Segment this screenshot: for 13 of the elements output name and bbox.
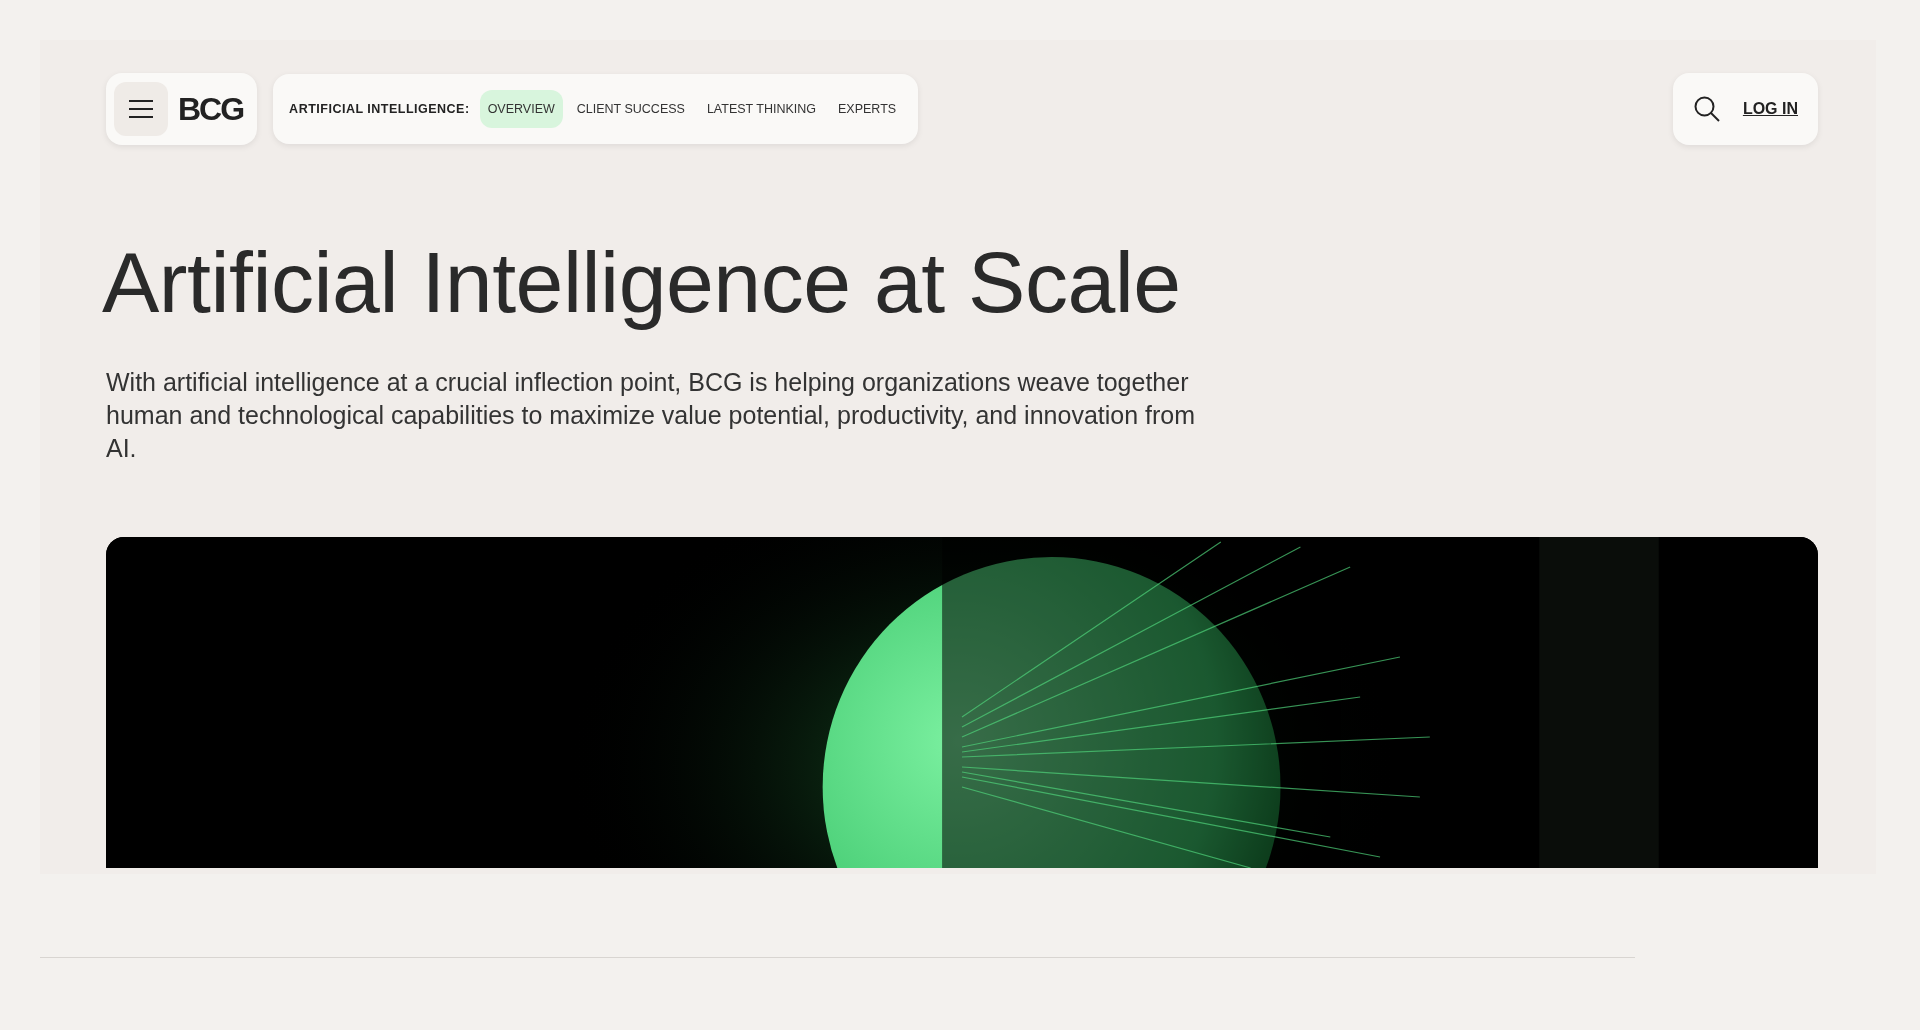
- nav-tab[interactable]: OVERVIEW: [479, 90, 563, 128]
- nav-tab[interactable]: LATEST THINKING: [698, 90, 824, 128]
- nav-tab[interactable]: CLIENT SUCCESS: [568, 90, 693, 128]
- search-icon: [1692, 95, 1721, 123]
- menu-button[interactable]: [114, 82, 168, 136]
- search-button[interactable]: [1692, 95, 1721, 123]
- nav-tab[interactable]: EXPERTS: [830, 90, 905, 128]
- page-description: With artificial intelligence at a crucial inflection point, BCG is helping organizations weave together human and technological capabilities to maximize value potential, productivity, and innovation from AI.: [106, 366, 1197, 464]
- logo[interactable]: BCG: [178, 90, 248, 128]
- section-label: ARTIFICIAL INTELLIGENCE:: [289, 102, 470, 116]
- login-link[interactable]: LOG IN: [1742, 100, 1798, 118]
- menu-icon: [128, 99, 154, 119]
- page-title: Artificial Intelligence at Scale: [102, 235, 1182, 330]
